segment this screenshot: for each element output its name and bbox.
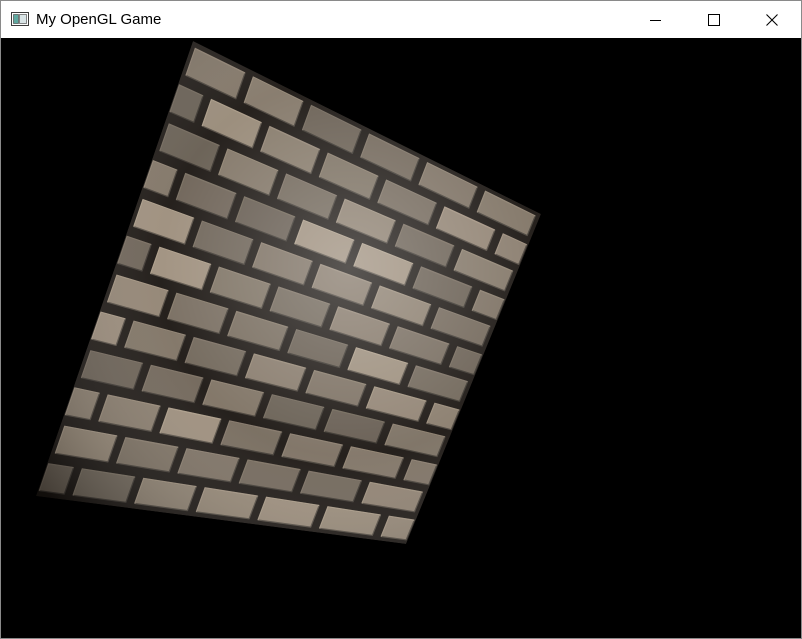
close-button[interactable] [743,1,801,38]
lighting-overlay [36,41,541,544]
close-icon [766,13,778,26]
maximize-button[interactable] [685,1,743,38]
window-title: My OpenGL Game [36,11,162,28]
minimize-button[interactable] [627,1,685,38]
title-bar[interactable]: My OpenGL Game [1,1,801,38]
game-window: My OpenGL Game [0,0,802,639]
textured-quad [36,41,541,544]
render-viewport[interactable] [1,38,801,638]
scene-canvas [36,41,541,544]
maximize-icon [708,13,720,26]
minimize-icon [650,19,661,21]
app-icon [11,12,29,26]
